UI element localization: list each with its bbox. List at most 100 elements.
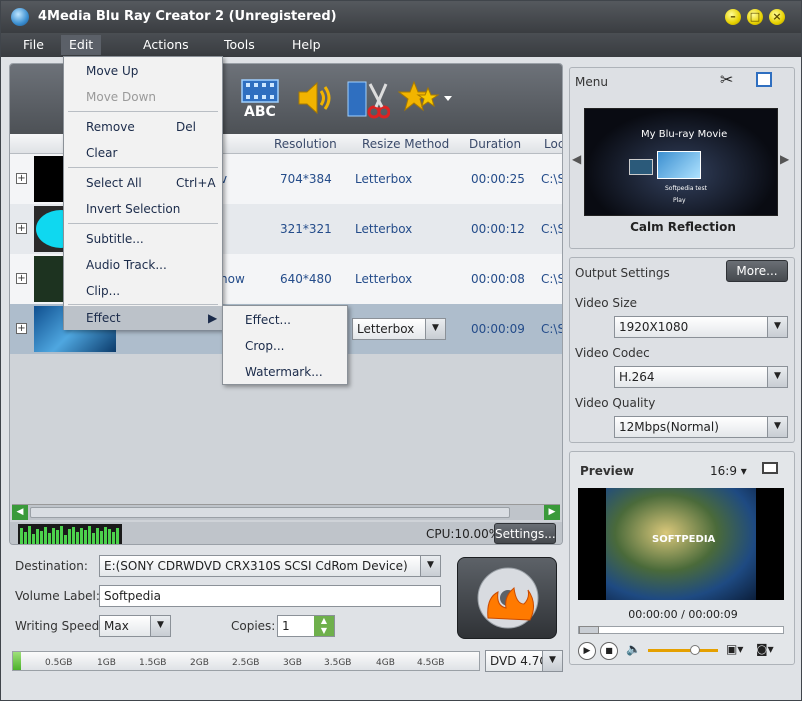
screen-mode-icon[interactable]: ▣▾ [726, 642, 743, 656]
menu-item-audio-track[interactable]: Audio Track... [64, 253, 222, 277]
aspect-ratio-value: 16:9 [710, 464, 737, 478]
submenu-item-effect[interactable]: Effect... [223, 308, 347, 332]
stepper-arrows-icon[interactable]: ▲ ▼ [314, 616, 334, 636]
audio-tool-icon[interactable] [295, 78, 335, 122]
menu-separator [68, 304, 218, 305]
seek-bar[interactable] [578, 626, 784, 634]
chevron-down-icon: ▾ [736, 464, 747, 478]
minimize-button[interactable]: – [725, 9, 741, 25]
scroll-thumb[interactable] [30, 507, 510, 518]
settings-button[interactable]: Settings... [494, 523, 556, 544]
seek-thumb[interactable] [579, 626, 599, 634]
menu-preview-subtitle: Softpedia test [665, 185, 707, 192]
cpu-meter [18, 524, 122, 544]
resize-method-select[interactable]: Letterbox ▼ [352, 318, 446, 340]
video-size-label: Video Size [575, 296, 638, 310]
menu-help[interactable]: Help [292, 37, 321, 52]
menu-item-select-all[interactable]: Select All Ctrl+A [64, 171, 222, 195]
row-resolution: 640*480 [280, 272, 332, 286]
copies-stepper[interactable]: 1 ▲ ▼ [277, 615, 335, 637]
expand-icon[interactable]: + [16, 273, 27, 284]
destination-select[interactable]: E:(SONY CDRWDVD CRX310S SCSI CdRom Devic… [99, 555, 441, 577]
capacity-tick: 3.5GB [324, 658, 352, 668]
expand-icon[interactable]: + [16, 173, 27, 184]
video-size-select[interactable]: 1920X1080 ▼ [614, 316, 788, 338]
menu-separator [68, 167, 218, 168]
volume-thumb[interactable] [690, 645, 700, 655]
writing-speed-select[interactable]: Max ▼ [99, 615, 171, 637]
close-button[interactable]: × [769, 9, 785, 25]
effect-tool-icon[interactable] [397, 78, 454, 122]
chevron-down-icon: ▼ [420, 556, 440, 576]
volume-icon[interactable]: 🔈 [626, 642, 641, 656]
scroll-right-icon[interactable]: ▶ [544, 505, 560, 520]
maximize-button[interactable]: □ [747, 9, 763, 25]
menu-item-clip[interactable]: Clip... [64, 279, 222, 303]
menu-item-invert-selection[interactable]: Invert Selection [64, 197, 222, 221]
video-quality-select[interactable]: 12Mbps(Normal) ▼ [614, 416, 788, 438]
chevron-down-icon: ▼ [150, 616, 170, 636]
app-logo-icon [11, 8, 29, 26]
expand-icon[interactable]: + [16, 223, 27, 234]
menu-template-preview[interactable]: My Blu-ray Movie Softpedia test Play [584, 108, 778, 216]
window-title: 4Media Blu Ray Creator 2 (Unregistered) [38, 9, 337, 24]
scroll-left-icon[interactable]: ◀ [12, 505, 28, 520]
submenu-arrow-icon: ▶ [208, 311, 218, 325]
capacity-used [13, 652, 21, 670]
submenu-item-crop[interactable]: Crop... [223, 334, 347, 358]
copies-label: Copies: [231, 619, 276, 633]
preview-time: 00:00:00 / 00:00:09 [628, 608, 738, 621]
copies-value: 1 [282, 619, 290, 633]
tools-icon[interactable]: ✂ [720, 70, 733, 89]
menu-item-move-up[interactable]: Move Up [64, 59, 222, 83]
aspect-ratio-select[interactable]: 16:9 ▾ [710, 464, 747, 478]
col-resize-method[interactable]: Resize Method [362, 137, 449, 151]
row-resolution: 704*384 [280, 172, 332, 186]
play-icon[interactable]: ▶ [578, 642, 596, 660]
row-resize: Letterbox [355, 222, 413, 236]
video-quality-label: Video Quality [575, 396, 656, 410]
clip-tool-icon[interactable] [346, 78, 391, 122]
expand-icon[interactable]: + [16, 323, 27, 334]
menu-item-subtitle[interactable]: Subtitle... [64, 227, 222, 251]
burn-button[interactable] [457, 557, 557, 639]
capacity-tick: 1.5GB [139, 658, 167, 668]
menu-item-clear[interactable]: Clear [64, 141, 222, 165]
camera-icon[interactable]: ◙▾ [756, 642, 774, 656]
col-resolution[interactable]: Resolution [274, 137, 337, 151]
video-codec-label: Video Codec [575, 346, 650, 360]
stop-icon[interactable]: ■ [600, 642, 618, 660]
menu-item-remove[interactable]: Remove Del [64, 115, 222, 139]
snapshot-export-icon[interactable] [762, 462, 778, 474]
menu-card: Menu ✂ ◀ ▶ My Blu-ray Movie Softpedia te… [569, 67, 795, 249]
menu-item-effect[interactable]: Effect ▶ [64, 306, 222, 330]
row-thumbnail [34, 206, 86, 252]
video-codec-select[interactable]: H.264 ▼ [614, 366, 788, 388]
app-window: 4Media Blu Ray Creator 2 (Unregistered) … [0, 0, 802, 701]
menu-tools[interactable]: Tools [224, 37, 255, 52]
volume-label-input[interactable]: Softpedia [99, 585, 441, 607]
submenu-item-watermark[interactable]: Watermark... [223, 360, 347, 384]
menu-preview-frame [657, 151, 701, 179]
volume-slider[interactable] [648, 645, 718, 655]
menu-edit[interactable]: Edit [61, 35, 102, 55]
chevron-down-icon: ▼ [542, 651, 562, 671]
disc-type-select[interactable]: DVD 4.7G ▼ [485, 650, 563, 672]
disc-type-value: DVD 4.7G [490, 654, 549, 668]
col-location[interactable]: Loc [544, 137, 562, 151]
template-name: Calm Reflection [630, 220, 736, 234]
menu-actions[interactable]: Actions [143, 37, 189, 52]
effect-submenu: Effect... Crop... Watermark... [222, 305, 348, 385]
more-button[interactable]: More... [726, 260, 788, 282]
prev-template-icon[interactable]: ◀ [572, 152, 581, 166]
col-duration[interactable]: Duration [469, 137, 521, 151]
horizontal-scrollbar[interactable]: ◀ ▶ [12, 504, 560, 520]
capacity-tick: 0.5GB [45, 658, 73, 668]
next-template-icon[interactable]: ▶ [780, 152, 789, 166]
layout-icon[interactable] [756, 72, 772, 87]
capacity-tick: 4GB [376, 658, 395, 668]
subtitle-tool-icon[interactable]: ABC [238, 78, 282, 122]
menu-file[interactable]: File [23, 37, 44, 52]
menu-preview-title: My Blu-ray Movie [641, 129, 728, 140]
menu-separator [68, 111, 218, 112]
